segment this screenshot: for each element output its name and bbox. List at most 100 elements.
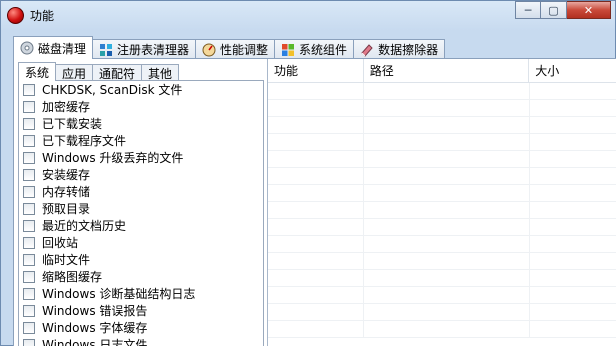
checkbox[interactable] [23, 219, 35, 232]
subtab-system[interactable]: 系统 [18, 62, 57, 81]
list-item[interactable]: 预取目录 [19, 200, 263, 217]
checkbox[interactable] [23, 185, 35, 198]
checkbox[interactable] [23, 321, 35, 334]
list-item-label: 加密缓存 [42, 100, 91, 114]
tab-disk-cleanup[interactable]: 磁盘清理 [13, 36, 94, 59]
list-item[interactable]: Windows 字体缓存 [19, 319, 263, 336]
list-item-label: 已下载程序文件 [42, 134, 127, 148]
list-item[interactable]: 加密缓存 [19, 98, 263, 115]
checkbox[interactable] [23, 83, 35, 96]
checkbox[interactable] [23, 202, 35, 215]
tab-label: 磁盘清理 [38, 41, 87, 56]
app-red-circle-icon [7, 7, 24, 24]
table-row [268, 168, 616, 185]
table-row [268, 151, 616, 168]
checkbox[interactable] [23, 236, 35, 249]
tab-system-components[interactable]: 系统组件 [274, 39, 355, 59]
subtab-wildcards[interactable]: 通配符 [92, 64, 143, 81]
list-item-label: Windows 字体缓存 [42, 321, 148, 335]
tab-label: 注册表清理器 [117, 43, 190, 57]
disk-icon [20, 41, 34, 55]
list-item[interactable]: 回收站 [19, 234, 263, 251]
tab-performance-tuning[interactable]: 性能调整 [195, 39, 276, 59]
list-item-label: Windows 错误报告 [42, 304, 148, 318]
subtab-applications[interactable]: 应用 [55, 64, 94, 81]
list-item-label: Windows 升级丢弃的文件 [42, 151, 184, 165]
tab-label: 系统组件 [299, 43, 348, 57]
checkbox[interactable] [23, 304, 35, 317]
list-item[interactable]: 最近的文档历史 [19, 217, 263, 234]
list-item[interactable]: 已下载程序文件 [19, 132, 263, 149]
category-tab-strip: 系统 应用 通配符 其他 [18, 62, 180, 81]
title-bar[interactable]: 功能 ─ ▢ ✕ [1, 1, 615, 29]
column-header-function[interactable]: 功能 [268, 59, 364, 82]
table-body [268, 83, 616, 338]
eraser-icon [361, 43, 373, 57]
app-window: 功能 ─ ▢ ✕ 磁盘清理 注册表清理器 性能调整 系统组件 数据擦除器 系统 … [0, 0, 616, 346]
tab-label: 数据擦除器 [378, 43, 439, 57]
checkbox[interactable] [23, 270, 35, 283]
list-item-label: 缩略图缓存 [42, 270, 103, 284]
checkbox[interactable] [23, 117, 35, 130]
table-row [268, 202, 616, 219]
windows-icon [282, 43, 295, 56]
list-item[interactable]: 安装缓存 [19, 166, 263, 183]
table-row [268, 100, 616, 117]
gauge-icon [202, 43, 216, 56]
list-item[interactable]: Windows 错误报告 [19, 302, 263, 319]
column-header-path[interactable]: 路径 [364, 59, 530, 82]
table-row [268, 117, 616, 134]
checkbox[interactable] [23, 168, 35, 181]
list-item-label: 内存转储 [42, 185, 91, 199]
cleanup-item-list[interactable]: CHKDSK, ScanDisk 文件 加密缓存 已下载安装 已下载程序文件 W… [18, 80, 264, 346]
window-title: 功能 [30, 9, 55, 23]
checkbox[interactable] [23, 134, 35, 147]
table-row [268, 219, 616, 236]
minimize-button[interactable]: ─ [515, 1, 541, 19]
list-item[interactable]: 内存转储 [19, 183, 263, 200]
table-row [268, 270, 616, 287]
window-controls: ─ ▢ ✕ [515, 1, 611, 19]
maximize-button[interactable]: ▢ [541, 1, 567, 19]
table-header: 功能 路径 大小 [268, 59, 616, 83]
list-item-label: 已下载安装 [42, 117, 103, 131]
main-tab-strip: 磁盘清理 注册表清理器 性能调整 系统组件 数据擦除器 [13, 36, 446, 59]
table-row [268, 304, 616, 321]
disk-cleanup-panel: 系统 应用 通配符 其他 CHKDSK, ScanDisk 文件 加密缓存 已下… [13, 58, 616, 346]
list-item-label: 临时文件 [42, 253, 91, 267]
table-row [268, 185, 616, 202]
checkbox[interactable] [23, 151, 35, 164]
list-item-label: Windows 日志文件 [42, 338, 148, 346]
list-item[interactable]: 缩略图缓存 [19, 268, 263, 285]
tab-registry-cleaner[interactable]: 注册表清理器 [92, 39, 197, 59]
column-header-size[interactable]: 大小 [529, 59, 616, 82]
tab-data-eraser[interactable]: 数据擦除器 [353, 39, 446, 59]
list-item-label: 最近的文档历史 [42, 219, 127, 233]
list-item[interactable]: Windows 日志文件 [19, 336, 263, 346]
tab-label: 性能调整 [220, 43, 269, 57]
registry-icon [100, 43, 113, 56]
table-row [268, 253, 616, 270]
checkbox[interactable] [23, 338, 35, 346]
list-item-label: 回收站 [42, 236, 79, 250]
checkbox[interactable] [23, 100, 35, 113]
table-row [268, 134, 616, 151]
table-row [268, 321, 616, 338]
subtab-other[interactable]: 其他 [141, 64, 180, 81]
results-table[interactable]: 功能 路径 大小 [267, 59, 616, 346]
list-item-label: CHKDSK, ScanDisk 文件 [42, 83, 183, 97]
list-item[interactable]: 已下载安装 [19, 115, 263, 132]
list-item-label: 安装缓存 [42, 168, 91, 182]
table-row [268, 236, 616, 253]
checkbox[interactable] [23, 287, 35, 300]
table-row [268, 83, 616, 100]
close-button[interactable]: ✕ [567, 1, 611, 19]
list-item-label: 预取目录 [42, 202, 91, 216]
table-row [268, 287, 616, 304]
list-item[interactable]: 临时文件 [19, 251, 263, 268]
list-item[interactable]: Windows 升级丢弃的文件 [19, 149, 263, 166]
list-item-label: Windows 诊断基础结构日志 [42, 287, 196, 301]
checkbox[interactable] [23, 253, 35, 266]
list-item[interactable]: Windows 诊断基础结构日志 [19, 285, 263, 302]
list-item[interactable]: CHKDSK, ScanDisk 文件 [19, 81, 263, 98]
